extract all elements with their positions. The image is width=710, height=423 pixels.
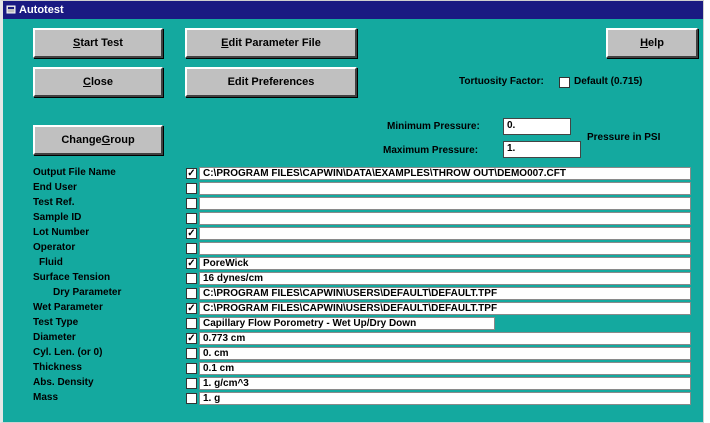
surface-tension-checkbox[interactable] xyxy=(186,273,197,284)
row-abs-density: Abs. Density 1. g/cm^3 xyxy=(3,376,703,391)
row-test-type: Test Type Capillary Flow Porometry - Wet… xyxy=(3,316,703,331)
fluid-checkbox[interactable]: ✓ xyxy=(186,258,197,269)
help-label-post: elp xyxy=(648,37,664,49)
row-test-ref: Test Ref. xyxy=(3,196,703,211)
row-operator: Operator xyxy=(3,241,703,256)
end-user-field[interactable] xyxy=(199,182,691,195)
change-group-label-mnemonic: G xyxy=(101,134,111,146)
edit-preferences-button[interactable]: Edit Preferences xyxy=(185,67,357,97)
row-output-file-name: Output File Name ✓ C:\PROGRAM FILES\CAPW… xyxy=(3,166,703,181)
tortuosity-default-checkbox[interactable] xyxy=(559,77,570,88)
fluid-label: Fluid xyxy=(39,257,63,268)
operator-checkbox[interactable] xyxy=(186,243,197,254)
lot-number-checkbox[interactable]: ✓ xyxy=(186,228,197,239)
dry-parameter-label: Dry Parameter xyxy=(53,287,122,298)
test-type-select[interactable]: Capillary Flow Porometry - Wet Up/Dry Do… xyxy=(199,317,495,330)
tortuosity-default-label: Default (0.715) xyxy=(574,76,643,87)
lot-number-label: Lot Number xyxy=(33,227,90,238)
sample-id-label: Sample ID xyxy=(33,212,82,223)
output-file-name-checkbox[interactable]: ✓ xyxy=(186,168,197,179)
row-cyl-len: Cyl. Len. (or 0) 0. cm xyxy=(3,346,703,361)
output-file-name-label: Output File Name xyxy=(33,167,116,178)
edit-parameter-file-button[interactable]: Edit Parameter File xyxy=(185,28,357,58)
mass-checkbox[interactable] xyxy=(186,393,197,404)
operator-label: Operator xyxy=(33,242,76,253)
dry-parameter-checkbox[interactable] xyxy=(186,288,197,299)
row-surface-tension: Surface Tension 16 dynes/cm xyxy=(3,271,703,286)
maximum-pressure-input[interactable]: 1. xyxy=(503,141,581,158)
row-wet-parameter: Wet Parameter ✓ C:\PROGRAM FILES\CAPWIN\… xyxy=(3,301,703,316)
thickness-label: Thickness xyxy=(33,362,82,373)
test-ref-label: Test Ref. xyxy=(33,197,75,208)
test-type-checkbox[interactable] xyxy=(186,318,197,329)
test-ref-field[interactable] xyxy=(199,197,691,210)
fluid-field[interactable]: PoreWick xyxy=(199,257,691,270)
row-fluid: Fluid ✓ PoreWick xyxy=(3,256,703,271)
change-group-label-post: roup xyxy=(110,134,135,146)
minimum-pressure-label: Minimum Pressure: xyxy=(387,121,480,132)
system-menu-icon[interactable] xyxy=(5,4,17,16)
cyl-len-label: Cyl. Len. (or 0) xyxy=(33,347,103,358)
end-user-checkbox[interactable] xyxy=(186,183,197,194)
row-sample-id: Sample ID xyxy=(3,211,703,226)
abs-density-field[interactable]: 1. g/cm^3 xyxy=(199,377,691,390)
wet-parameter-label: Wet Parameter xyxy=(33,302,103,313)
surface-tension-field[interactable]: 16 dynes/cm xyxy=(199,272,691,285)
operator-field[interactable] xyxy=(199,242,691,255)
row-diameter: Diameter ✓ 0.773 cm xyxy=(3,331,703,346)
change-group-label-pre: Change xyxy=(61,134,102,146)
edit-param-label-post: dit Parameter File xyxy=(228,37,321,49)
pressure-unit-label: Pressure in PSI xyxy=(587,132,661,143)
row-lot-number: Lot Number ✓ xyxy=(3,226,703,241)
surface-tension-label: Surface Tension xyxy=(33,272,111,283)
close-label-mnemonic: C xyxy=(83,76,91,88)
autotest-window: Autotest Start Test Edit Parameter File … xyxy=(0,0,704,423)
test-ref-checkbox[interactable] xyxy=(186,198,197,209)
tortuosity-factor-label: Tortuosity Factor: xyxy=(459,76,544,87)
end-user-label: End User xyxy=(33,182,77,193)
change-group-button[interactable]: Change Group xyxy=(33,125,163,155)
start-test-label-mnemonic: S xyxy=(73,37,81,49)
test-type-label: Test Type xyxy=(33,317,79,328)
thickness-checkbox[interactable] xyxy=(186,363,197,374)
start-test-label-post: tart Test xyxy=(80,37,123,49)
thickness-field[interactable]: 0.1 cm xyxy=(199,362,691,375)
abs-density-checkbox[interactable] xyxy=(186,378,197,389)
row-thickness: Thickness 0.1 cm xyxy=(3,361,703,376)
row-end-user: End User xyxy=(3,181,703,196)
row-mass: Mass 1. g xyxy=(3,391,703,406)
cyl-len-field[interactable]: 0. cm xyxy=(199,347,691,360)
window-title: Autotest xyxy=(19,4,64,16)
title-bar: Autotest xyxy=(3,1,703,19)
mass-field[interactable]: 1. g xyxy=(199,392,691,405)
close-button[interactable]: Close xyxy=(33,67,163,97)
edit-param-label-mnemonic: E xyxy=(221,37,229,49)
sample-id-checkbox[interactable] xyxy=(186,213,197,224)
close-label-post: lose xyxy=(90,76,113,88)
output-file-name-field[interactable]: C:\PROGRAM FILES\CAPWIN\DATA\EXAMPLES\TH… xyxy=(199,167,691,180)
diameter-label: Diameter xyxy=(33,332,76,343)
help-button[interactable]: Help xyxy=(606,28,698,58)
diameter-field[interactable]: 0.773 cm xyxy=(199,332,691,345)
sample-id-field[interactable] xyxy=(199,212,691,225)
edit-prefs-label: Edit Preferences xyxy=(227,76,315,88)
minimum-pressure-input[interactable]: 0. xyxy=(503,118,571,135)
abs-density-label: Abs. Density xyxy=(33,377,94,388)
wet-parameter-field[interactable]: C:\PROGRAM FILES\CAPWIN\USERS\DEFAULT\DE… xyxy=(199,302,691,315)
row-dry-parameter: Dry Parameter C:\PROGRAM FILES\CAPWIN\US… xyxy=(3,286,703,301)
start-test-button[interactable]: Start Test xyxy=(33,28,163,58)
cyl-len-checkbox[interactable] xyxy=(186,348,197,359)
lot-number-field[interactable] xyxy=(199,227,691,240)
mass-label: Mass xyxy=(33,392,59,403)
diameter-checkbox[interactable]: ✓ xyxy=(186,333,197,344)
help-label-mnemonic: H xyxy=(640,37,649,49)
maximum-pressure-label: Maximum Pressure: xyxy=(383,145,479,156)
wet-parameter-checkbox[interactable]: ✓ xyxy=(186,303,197,314)
dry-parameter-field[interactable]: C:\PROGRAM FILES\CAPWIN\USERS\DEFAULT\DE… xyxy=(199,287,691,300)
